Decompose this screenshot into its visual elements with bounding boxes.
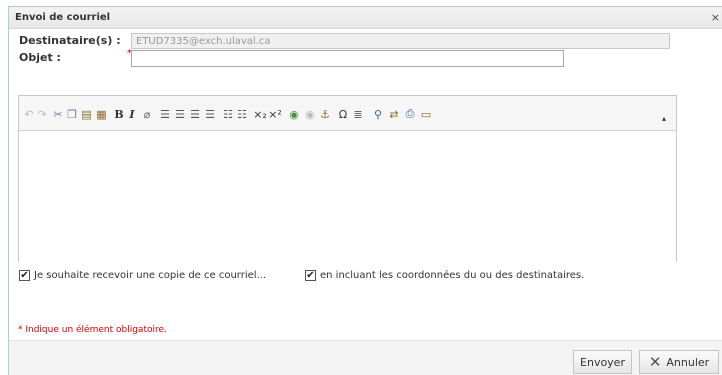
anchor-icon[interactable]: ⚓ [319,107,331,121]
subject-input[interactable] [131,50,564,67]
include-recipients-label: en incluant les coordonnées du ou des de… [320,270,585,281]
rich-text-editor: ↶ ↷ ✂ ❐ ▤ ▦ B I ⌀ ☰ ☰ ☰ ☰ ☷ ☷ ×₂ ×² ◉ ◉ … [18,95,677,262]
horizontal-rule-icon[interactable]: ≣ [352,107,364,121]
copy-option[interactable]: ✔ Je souhaite recevoir une copie de ce c… [19,270,266,281]
dialog-title: Envoi de courriel [15,12,111,23]
unlink-icon[interactable]: ◉ [303,107,317,121]
align-right-icon[interactable]: ☰ [189,107,201,121]
copy-icon[interactable]: ❐ [66,107,78,121]
superscript-icon[interactable]: ×² [268,107,282,121]
remove-format-icon[interactable]: ⌀ [141,107,153,121]
bold-icon[interactable]: B [114,107,124,121]
numbered-list-icon[interactable]: ☷ [236,107,248,121]
editor-content-area[interactable] [19,132,676,262]
cut-icon[interactable]: ✂ [53,107,63,121]
cancel-button[interactable]: ✕ Annuler [639,350,719,374]
subject-label: Objet : [19,51,61,64]
required-note: * Indique un élément obligatoire. [18,325,167,335]
close-icon[interactable]: × [711,11,720,24]
undo-icon[interactable]: ↶ [24,107,34,121]
link-icon[interactable]: ◉ [287,107,301,121]
print-icon[interactable]: ⎙ [403,107,417,121]
recipients-field: ETUD7335@exch.ulaval.ca [131,33,670,49]
include-recipients-option[interactable]: ✔ en incluant les coordonnées du ou des … [305,270,584,281]
find-icon[interactable]: ⚲ [371,107,385,121]
italic-icon[interactable]: I [127,107,137,121]
dialog-titlebar: Envoi de courriel × [9,7,722,29]
include-recipients-checkbox[interactable]: ✔ [305,270,316,281]
align-left-icon[interactable]: ☰ [159,107,171,121]
subscript-icon[interactable]: ×₂ [253,107,267,121]
close-x-icon: ✕ [648,352,662,371]
source-icon[interactable]: ▭ [419,107,433,121]
align-center-icon[interactable]: ☰ [174,107,186,121]
email-dialog: Envoi de courriel × Destinataire(s) : ET… [8,6,722,375]
collapse-toolbar-icon[interactable]: ▴ [660,114,668,123]
special-char-icon[interactable]: Ω [337,107,349,121]
align-justify-icon[interactable]: ☰ [204,107,216,121]
paste-icon[interactable]: ▤ [80,107,93,121]
send-button[interactable]: Envoyer [573,350,632,374]
bulleted-list-icon[interactable]: ☷ [222,107,234,121]
paste-word-icon[interactable]: ▦ [95,107,108,121]
editor-toolbar: ↶ ↷ ✂ ❐ ▤ ▦ B I ⌀ ☰ ☰ ☰ ☰ ☷ ☷ ×₂ ×² ◉ ◉ … [19,96,676,131]
dialog-footer: Envoyer ✕ Annuler [9,340,722,375]
replace-icon[interactable]: ⇄ [387,107,401,121]
recipients-label: Destinataire(s) : [19,34,121,47]
copy-option-label: Je souhaite recevoir une copie de ce cou… [34,270,267,281]
copy-checkbox[interactable]: ✔ [19,270,30,281]
cancel-button-label: Annuler [666,355,710,369]
redo-icon[interactable]: ↷ [37,107,47,121]
